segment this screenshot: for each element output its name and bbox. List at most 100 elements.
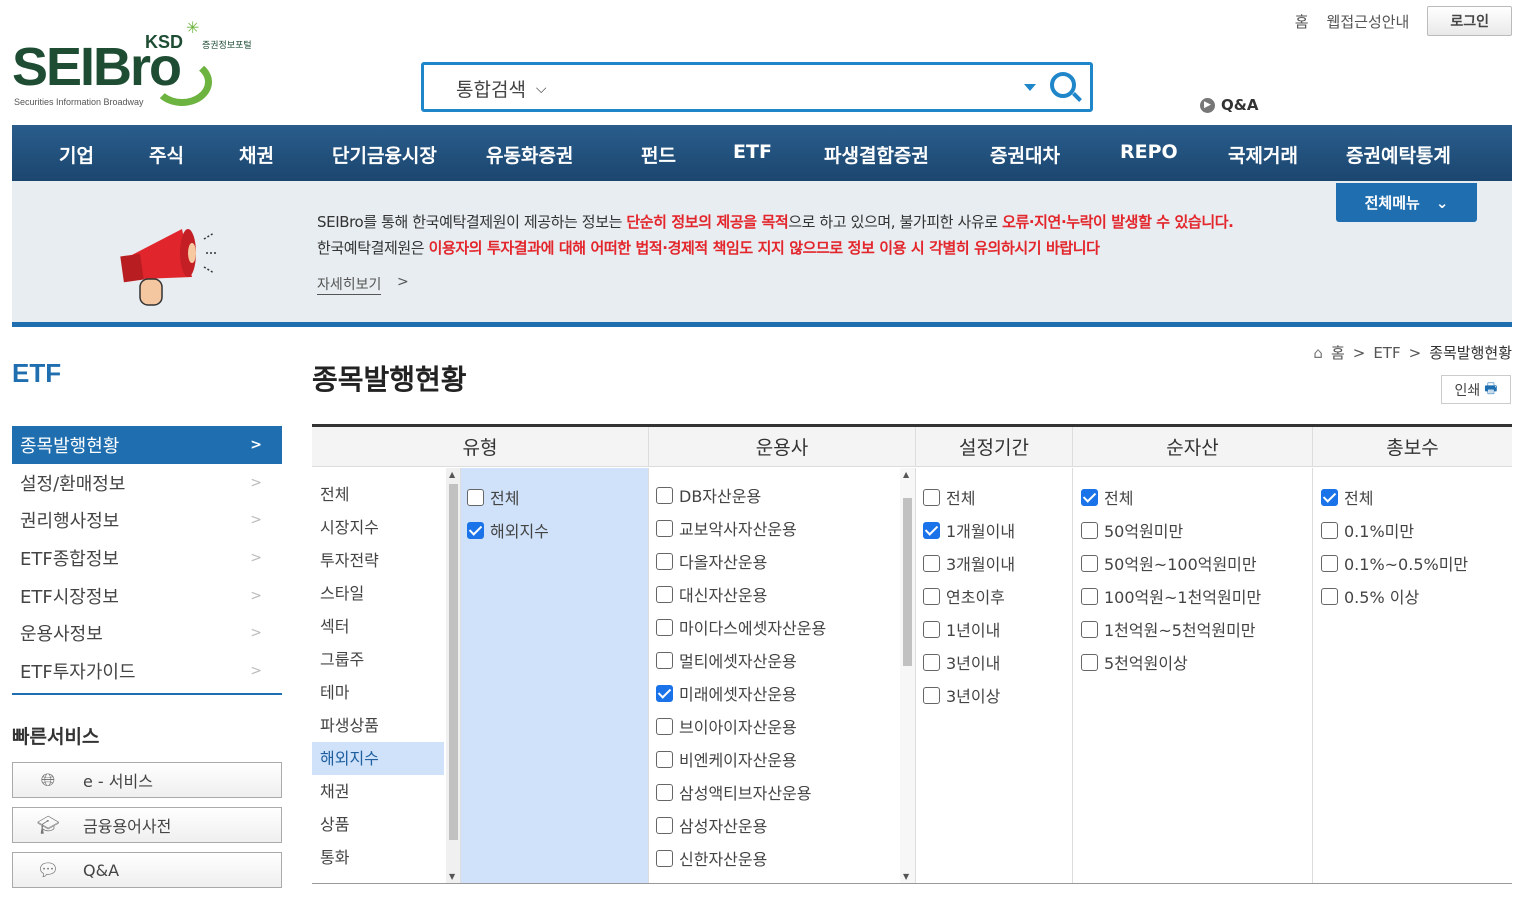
type-category-item[interactable]: 해외지수 (312, 742, 444, 775)
nav-item-lending[interactable]: 증권대차 (990, 141, 1060, 168)
scroll-down-icon[interactable]: ▼ (449, 872, 455, 881)
nav-item-bond[interactable]: 채권 (239, 141, 274, 168)
scroll-up-icon[interactable]: ▲ (903, 470, 909, 479)
type-category-item[interactable]: 스타일 (312, 577, 444, 610)
period-checkbox[interactable]: 연초이후 (923, 584, 1005, 608)
nav-item-abs[interactable]: 유동화증권 (486, 141, 573, 168)
checkbox-box[interactable] (1081, 521, 1098, 539)
type-category-item[interactable]: 전체 (312, 478, 444, 511)
manager-checkbox[interactable]: 대신자산운용 (656, 582, 767, 606)
period-checkbox[interactable]: 3개월이내 (923, 551, 1015, 575)
e-service-button[interactable]: 🌐︎ e - 서비스 (12, 762, 282, 798)
home-icon[interactable]: ⌂ (1313, 344, 1323, 362)
nav-item-fund[interactable]: 펀드 (641, 141, 676, 168)
home-link[interactable]: 홈 (1295, 11, 1309, 32)
checkbox-box[interactable] (923, 620, 940, 638)
manager-checkbox[interactable]: 브이아이자산운용 (656, 714, 797, 738)
nav-item-company[interactable]: 기업 (59, 141, 94, 168)
breadcrumb-home[interactable]: 홈 (1331, 342, 1345, 363)
search-dropdown-icon[interactable] (1024, 84, 1036, 91)
type-category-item[interactable]: 파생상품 (312, 709, 444, 742)
dictionary-button[interactable]: 🎓︎ 금융용어사전 (12, 807, 282, 843)
fee-checkbox[interactable]: 0.5% 이상 (1321, 584, 1419, 608)
checkbox-box[interactable] (1081, 488, 1098, 506)
print-button[interactable]: 인쇄 🖶 (1441, 375, 1511, 404)
scroll-down-icon[interactable]: ▼ (903, 872, 909, 881)
checkbox-box[interactable] (656, 783, 673, 801)
checkbox-box[interactable] (467, 521, 484, 539)
type-category-item[interactable]: 상품 (312, 808, 444, 841)
sidebar-item-rights[interactable]: 권리행사정보 > (12, 501, 282, 539)
checkbox-box[interactable] (923, 686, 940, 704)
all-menu-button[interactable]: 전체메뉴 ⌄ (1336, 183, 1477, 222)
period-checkbox[interactable]: 3년이상 (923, 683, 1000, 707)
net-asset-checkbox[interactable]: 5천억원이상 (1081, 650, 1188, 674)
type-category-item[interactable]: 시장지수 (312, 511, 444, 544)
nav-item-short-term[interactable]: 단기금융시장 (332, 141, 437, 168)
checkbox-box[interactable] (656, 717, 673, 735)
sidebar-item-overview[interactable]: ETF종합정보 > (12, 539, 282, 577)
scroll-thumb[interactable] (903, 498, 912, 666)
checkbox-box[interactable] (656, 552, 673, 570)
scroll-up-icon[interactable]: ▲ (449, 470, 455, 479)
checkbox-box[interactable] (923, 488, 940, 506)
manager-scrollbar[interactable]: ▲ ▼ (900, 468, 915, 883)
manager-checkbox[interactable]: 다올자산운용 (656, 549, 767, 573)
nav-item-etf[interactable]: ETF (733, 141, 772, 163)
type-scrollbar[interactable]: ▲ ▼ (446, 468, 460, 883)
period-checkbox[interactable]: 1개월이내 (923, 518, 1015, 542)
checkbox-box[interactable] (1081, 554, 1098, 572)
manager-checkbox[interactable]: 교보악사자산운용 (656, 516, 797, 540)
checkbox-box[interactable] (923, 587, 940, 605)
search-bar[interactable]: 통합검색 ⌵ (421, 62, 1093, 112)
net-asset-checkbox[interactable]: 100억원~1천억원미만 (1081, 584, 1261, 608)
sidebar-item-issuance[interactable]: 종목발행현황 > (12, 426, 282, 464)
nav-item-stats[interactable]: 증권예탁통계 (1346, 141, 1451, 168)
qa-button[interactable]: 💬︎ Q&A (12, 852, 282, 888)
type-option-checkbox[interactable]: 전체 (467, 485, 519, 509)
checkbox-box[interactable] (656, 849, 673, 867)
sidebar-item-manager[interactable]: 운용사정보 > (12, 614, 282, 652)
checkbox-box[interactable] (1081, 620, 1098, 638)
checkbox-box[interactable] (656, 651, 673, 669)
manager-checkbox[interactable]: 마이다스에셋자산운용 (656, 615, 826, 639)
qa-link[interactable]: ▶ Q&A (1200, 96, 1258, 114)
period-checkbox[interactable]: 3년이내 (923, 650, 1000, 674)
type-category-item[interactable]: 통화 (312, 841, 444, 874)
type-option-checkbox[interactable]: 해외지수 (467, 518, 549, 542)
manager-checkbox[interactable]: DB자산운용 (656, 483, 761, 507)
fee-checkbox[interactable]: 0.1%미만 (1321, 518, 1414, 542)
sidebar-item-guide[interactable]: ETF투자가이드 > (12, 652, 282, 690)
sidebar-item-market[interactable]: ETF시장정보 > (12, 577, 282, 615)
fee-checkbox[interactable]: 0.1%~0.5%미만 (1321, 551, 1468, 575)
search-icon[interactable] (1050, 72, 1076, 98)
checkbox-box[interactable] (1081, 653, 1098, 671)
fee-checkbox[interactable]: 전체 (1321, 485, 1373, 509)
checkbox-box[interactable] (656, 816, 673, 834)
nav-item-intl[interactable]: 국제거래 (1228, 141, 1298, 168)
checkbox-box[interactable] (656, 684, 673, 702)
breadcrumb-etf[interactable]: ETF (1373, 344, 1400, 362)
checkbox-box[interactable] (467, 488, 484, 506)
login-button[interactable]: 로그인 (1427, 6, 1512, 36)
nav-item-stock[interactable]: 주식 (149, 141, 184, 168)
checkbox-box[interactable] (656, 486, 673, 504)
checkbox-box[interactable] (656, 750, 673, 768)
type-category-item[interactable]: 섹터 (312, 610, 444, 643)
checkbox-box[interactable] (1321, 554, 1338, 572)
manager-checkbox[interactable]: 미래에셋자산운용 (656, 681, 797, 705)
net-asset-checkbox[interactable]: 50억원~100억원미만 (1081, 551, 1257, 575)
manager-checkbox[interactable]: 신한자산운용 (656, 846, 767, 870)
more-arrow[interactable]: > (397, 274, 409, 290)
checkbox-box[interactable] (923, 653, 940, 671)
type-category-item[interactable]: 투자전략 (312, 544, 444, 577)
net-asset-checkbox[interactable]: 1천억원~5천억원미만 (1081, 617, 1256, 641)
accessibility-link[interactable]: 웹접근성안내 (1327, 11, 1410, 32)
period-checkbox[interactable]: 1년이내 (923, 617, 1000, 641)
manager-checkbox[interactable]: 삼성자산운용 (656, 813, 767, 837)
more-link[interactable]: 자세히보기 (317, 274, 382, 295)
manager-checkbox[interactable]: 멀티에셋자산운용 (656, 648, 797, 672)
checkbox-box[interactable] (1321, 521, 1338, 539)
checkbox-box[interactable] (1321, 488, 1338, 506)
net-asset-checkbox[interactable]: 전체 (1081, 485, 1133, 509)
